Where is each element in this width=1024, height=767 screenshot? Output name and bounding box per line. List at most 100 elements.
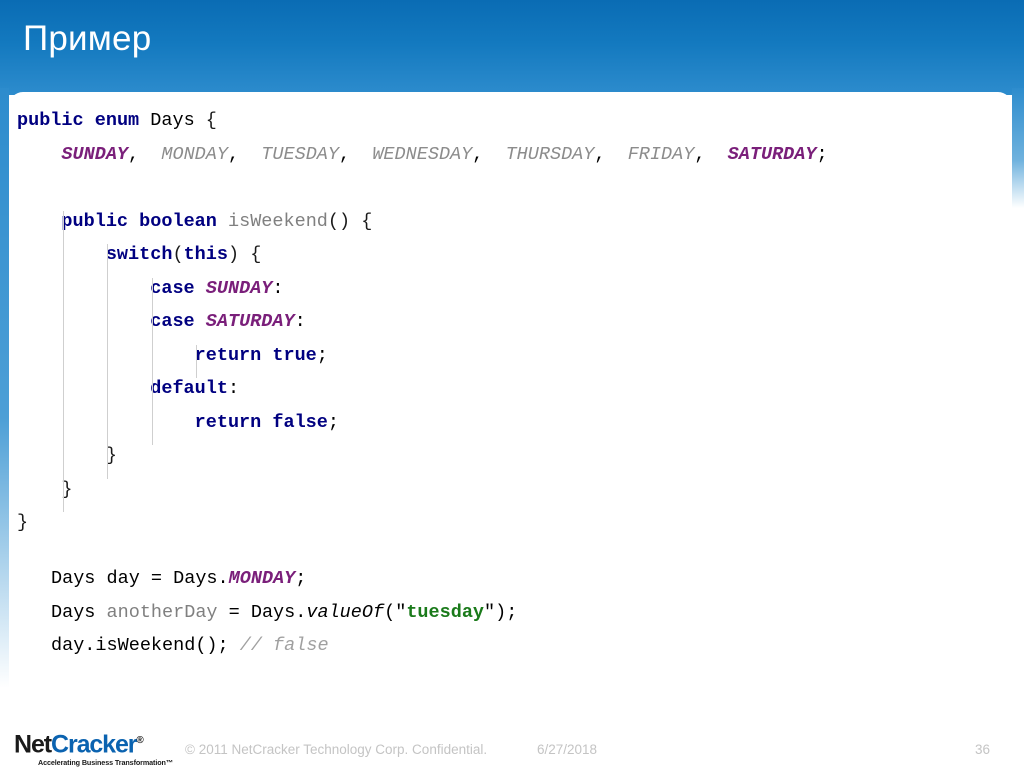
code-token: switch xyxy=(105,244,173,265)
logo-text-cracker: Cracker xyxy=(50,730,138,759)
code-token: this xyxy=(183,244,228,265)
code-token: boolean xyxy=(139,210,217,232)
code-token: () { xyxy=(327,210,373,232)
code-token: "); xyxy=(484,601,518,623)
code-token: ; xyxy=(316,344,328,366)
code-token: isWeekend xyxy=(227,210,328,232)
registered-trademark-icon: ® xyxy=(136,735,143,746)
code-token: anotherDay xyxy=(106,601,218,623)
code-token: case xyxy=(150,277,195,299)
code-line: default: xyxy=(17,372,828,406)
right-accent-stripe xyxy=(1012,88,1024,208)
code-token: FRIDAY xyxy=(627,143,695,165)
indent-guide-line xyxy=(62,210,64,512)
code-token: , xyxy=(128,143,162,165)
footer-copyright: © 2011 NetCracker Technology Corp. Confi… xyxy=(185,742,488,757)
code-token: = Days. xyxy=(217,601,307,623)
code-token: , xyxy=(339,143,373,165)
code-token: default xyxy=(150,378,228,399)
code-token: Days day = Days. xyxy=(51,568,229,589)
code-usage-listing: Days day = Days.MONDAY; Days anotherDay =… xyxy=(51,562,517,663)
code-token: Days xyxy=(51,601,107,623)
code-line: } xyxy=(17,506,828,540)
indent-guide-line xyxy=(107,244,109,479)
code-token: false xyxy=(272,411,328,433)
code-token: ; xyxy=(295,568,307,589)
slide-footer: NetCracker® Accelerating Business Transf… xyxy=(0,700,1024,767)
code-line: case SATURDAY: xyxy=(17,305,828,339)
code-token: case xyxy=(150,311,195,332)
code-token: MONDAY xyxy=(228,568,296,589)
code-token: WEDNESDAY xyxy=(372,143,473,165)
code-token: ; xyxy=(327,411,339,433)
code-token: } xyxy=(17,512,29,533)
code-line: public enum Days { xyxy=(17,104,828,138)
code-line: return true; xyxy=(17,339,828,373)
left-accent-stripe xyxy=(0,88,9,688)
code-token: valueOf xyxy=(306,601,385,623)
code-token: MONDAY xyxy=(161,143,228,165)
code-line: public boolean isWeekend() { xyxy=(17,205,828,239)
code-token: : xyxy=(227,378,240,399)
code-token: ) { xyxy=(227,244,262,265)
code-line: return false; xyxy=(17,406,828,440)
netcracker-logo: NetCracker® Accelerating Business Transf… xyxy=(14,728,174,767)
code-line: case SUNDAY: xyxy=(17,272,828,306)
code-listing: public enum Days { SUNDAY, MONDAY, TUESD… xyxy=(17,104,828,540)
code-card: public enum Days { SUNDAY, MONDAY, TUESD… xyxy=(9,92,1012,692)
code-token: , xyxy=(694,143,728,165)
code-token: // false xyxy=(239,635,329,656)
code-token: (" xyxy=(384,601,407,623)
code-token: public xyxy=(61,210,129,232)
footer-page-number: 36 xyxy=(975,742,991,757)
code-line: } xyxy=(17,439,828,473)
code-token: enum xyxy=(94,110,140,131)
code-token: TUESDAY xyxy=(261,143,340,165)
code-token: SATURDAY xyxy=(727,143,817,165)
footer-date: 6/27/2018 xyxy=(537,742,598,757)
code-token: SUNDAY xyxy=(205,277,273,299)
code-token: Days xyxy=(150,110,195,131)
code-line: SUNDAY, MONDAY, TUESDAY, WEDNESDAY, THUR… xyxy=(17,138,828,172)
code-token: THURSDAY xyxy=(505,143,595,165)
code-token: , xyxy=(594,143,628,165)
code-token: { xyxy=(194,110,217,131)
code-token: day.isWeekend(); xyxy=(51,635,229,656)
indent-guide-line xyxy=(151,277,153,445)
code-line: } xyxy=(17,473,828,507)
code-token: : xyxy=(294,311,306,332)
code-token: public xyxy=(17,110,84,131)
code-token: ; xyxy=(816,143,828,165)
code-token: ( xyxy=(172,244,184,265)
code-token: SATURDAY xyxy=(205,311,295,332)
slide-header-band xyxy=(0,0,1024,95)
code-token: SUNDAY xyxy=(61,143,129,165)
code-token: return xyxy=(194,411,262,433)
logo-tagline: Accelerating Business Transformation™ xyxy=(38,758,173,767)
code-token: , xyxy=(227,143,262,165)
indent-guide-line xyxy=(196,344,198,378)
code-token: , xyxy=(472,143,506,165)
page-title: Пример xyxy=(23,19,152,58)
code-token: return xyxy=(194,344,262,366)
code-token: tuesday xyxy=(406,601,485,623)
code-line: day.isWeekend(); // false xyxy=(51,629,517,663)
code-token: true xyxy=(272,344,317,366)
